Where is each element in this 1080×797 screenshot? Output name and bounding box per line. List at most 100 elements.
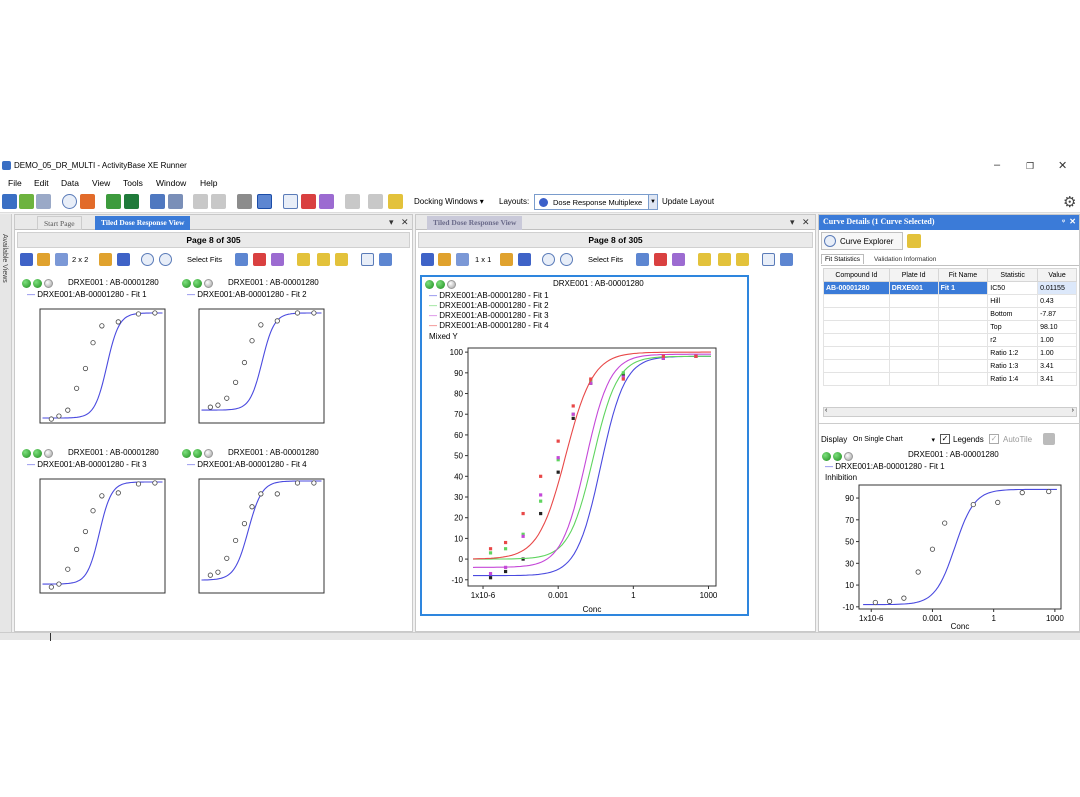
table-row[interactable]: r2 1.00 bbox=[823, 333, 1077, 347]
remove-curve-icon[interactable] bbox=[736, 253, 749, 266]
table-row[interactable]: Ratio 1:2 1.00 bbox=[823, 346, 1077, 360]
table-row[interactable]: Ratio 1:4 3.41 bbox=[823, 372, 1077, 386]
curve-details-chart[interactable]: -10 10 30 50 70 90 1x10-6 0.001 1 1000 Conc bbox=[823, 479, 1075, 631]
table-row[interactable]: Hill 0.43 bbox=[823, 294, 1077, 308]
chevron-down-icon[interactable]: ▼ bbox=[648, 195, 657, 209]
zoom-in-icon[interactable] bbox=[141, 253, 154, 266]
document-icon[interactable] bbox=[150, 194, 165, 209]
zoom-in-icon[interactable] bbox=[542, 253, 555, 266]
refit-icon[interactable] bbox=[672, 253, 685, 266]
minimize-icon[interactable]: – bbox=[994, 159, 1000, 171]
accept-fit-icon[interactable] bbox=[235, 253, 248, 266]
tile-chart[interactable] bbox=[195, 305, 328, 427]
zoom-fit-icon[interactable] bbox=[762, 253, 775, 266]
spell-check-icon[interactable] bbox=[388, 194, 403, 209]
col-statistic[interactable]: Statistic bbox=[987, 268, 1039, 282]
zoom-out-icon[interactable] bbox=[159, 253, 172, 266]
tile-chart[interactable] bbox=[36, 475, 169, 597]
prev-page-icon[interactable] bbox=[438, 253, 451, 266]
next-page-icon[interactable] bbox=[99, 253, 112, 266]
legend-item-fit1[interactable]: — DRXE001:AB-00001280 - Fit 1 bbox=[429, 291, 549, 300]
save-icon[interactable] bbox=[2, 194, 17, 209]
tab-menu-icon[interactable]: ▾ bbox=[790, 217, 795, 228]
layout-select[interactable]: Dose Response Multiplexe ▼ bbox=[534, 194, 658, 210]
lock-icon[interactable] bbox=[698, 253, 711, 266]
select-fits-button[interactable]: Select Fits bbox=[588, 255, 623, 264]
col-value[interactable]: Value bbox=[1037, 268, 1077, 282]
col-plate-id[interactable]: Plate Id bbox=[888, 268, 939, 282]
table-row[interactable]: Bottom -7.87 bbox=[823, 307, 1077, 321]
available-views-strip[interactable]: Available Views bbox=[0, 214, 12, 632]
reject-fit-icon[interactable] bbox=[253, 253, 266, 266]
chart-view-icon[interactable] bbox=[257, 194, 272, 209]
tab-fit-statistics[interactable]: Fit Statistics bbox=[821, 254, 865, 264]
checkbox-icon[interactable] bbox=[283, 194, 298, 209]
close-icon[interactable]: ✕ bbox=[1058, 159, 1067, 172]
legend-item-fit1[interactable]: — DRXE001:AB-00001280 - Fit 1 bbox=[825, 462, 945, 471]
table-row[interactable]: AB-00001280 DRXE001 Fit 1 IC50 0.01155 bbox=[823, 281, 1077, 295]
tile-3[interactable]: DRXE001 : AB-00001280 — DRXE001:AB-00001… bbox=[19, 447, 179, 607]
chart-settings-icon[interactable] bbox=[780, 253, 793, 266]
accept-fit-icon[interactable] bbox=[636, 253, 649, 266]
tile-chart[interactable] bbox=[195, 475, 328, 597]
tile-grid-label[interactable]: 1 x 1 bbox=[475, 255, 491, 264]
tile-4[interactable]: DRXE001 : AB-00001280 — DRXE001:AB-00001… bbox=[179, 447, 339, 607]
docking-windows-button[interactable]: Docking Windows ▾ bbox=[414, 197, 484, 206]
tile-grid-icon[interactable] bbox=[55, 253, 68, 266]
display-select[interactable]: On Single Chart ▾ bbox=[853, 436, 935, 444]
table-row[interactable]: Top 98.10 bbox=[823, 320, 1077, 334]
add-curve-icon[interactable] bbox=[317, 253, 330, 266]
tab-validation-information[interactable]: Validation Information bbox=[871, 255, 939, 264]
dose-response-chart[interactable]: -10 0 10 20 30 40 50 60 70 80 90 100 1x10-6 0.001 1 100… bbox=[424, 342, 744, 614]
menu-view[interactable]: View bbox=[92, 178, 110, 188]
remove-curve-icon[interactable] bbox=[335, 253, 348, 266]
copy-icon[interactable] bbox=[36, 194, 51, 209]
next-page-icon[interactable] bbox=[500, 253, 513, 266]
first-page-icon[interactable] bbox=[20, 253, 33, 266]
sort-icon[interactable] bbox=[80, 194, 95, 209]
reject-icon[interactable] bbox=[301, 194, 316, 209]
horizontal-scrollbar[interactable]: ‹ › bbox=[823, 407, 1077, 417]
search-icon[interactable] bbox=[62, 194, 77, 209]
tab-tiled-dose-response-2[interactable]: Tiled Dose Response View bbox=[427, 216, 523, 230]
legend-item-fit3[interactable]: — DRXE001:AB-00001280 - Fit 3 bbox=[429, 311, 549, 320]
reject-fit-icon[interactable] bbox=[654, 253, 667, 266]
lock-icon[interactable] bbox=[297, 253, 310, 266]
menu-window[interactable]: Window bbox=[156, 178, 186, 188]
update-layout-button[interactable]: Update Layout bbox=[662, 197, 714, 206]
tab-tiled-dose-response[interactable]: Tiled Dose Response View bbox=[95, 216, 191, 230]
last-page-icon[interactable] bbox=[518, 253, 531, 266]
last-page-icon[interactable] bbox=[117, 253, 130, 266]
refit-icon[interactable] bbox=[271, 253, 284, 266]
legends-checkbox[interactable]: ✓ bbox=[940, 434, 950, 444]
menu-help[interactable]: Help bbox=[200, 178, 217, 188]
tab-menu-icon[interactable]: ▾ bbox=[389, 217, 394, 228]
gear-icon[interactable]: ⚙ bbox=[1063, 193, 1076, 211]
legend-item-fit2[interactable]: — DRXE001:AB-00001280 - Fit 2 bbox=[429, 301, 549, 310]
tab-close-icon[interactable]: ✕ bbox=[802, 217, 810, 228]
tile-grid-label[interactable]: 2 x 2 bbox=[72, 255, 88, 264]
menu-file[interactable]: File bbox=[8, 178, 22, 188]
col-compound-id[interactable]: Compound Id bbox=[823, 268, 890, 282]
approve-icon[interactable] bbox=[319, 194, 334, 209]
menu-data[interactable]: Data bbox=[61, 178, 79, 188]
legend-item-fit4[interactable]: — DRXE001:AB-00001280 - Fit 4 bbox=[429, 321, 549, 330]
prev-page-icon[interactable] bbox=[37, 253, 50, 266]
tile-2[interactable]: DRXE001 : AB-00001280 — DRXE001:AB-00001… bbox=[179, 277, 339, 437]
menu-tools[interactable]: Tools bbox=[123, 178, 143, 188]
scroll-right-icon[interactable]: › bbox=[1072, 407, 1074, 414]
col-fit-name[interactable]: Fit Name bbox=[937, 268, 989, 282]
tile-grid-icon[interactable] bbox=[456, 253, 469, 266]
curve-explorer-button[interactable]: Curve Explorer bbox=[821, 232, 903, 250]
select-fits-button[interactable]: Select Fits bbox=[187, 255, 222, 264]
tile-chart[interactable] bbox=[36, 305, 169, 427]
selected-chart-frame[interactable]: DRXE001 : AB-00001280 — DRXE001:AB-00001… bbox=[420, 275, 749, 616]
splitter[interactable] bbox=[819, 423, 1080, 424]
scroll-left-icon[interactable]: ‹ bbox=[825, 407, 827, 414]
tile-1[interactable]: DRXE001 : AB-00001280 — DRXE001:AB-00001… bbox=[19, 277, 179, 437]
tab-start-page[interactable]: Start Page bbox=[37, 216, 82, 230]
excel-icon[interactable] bbox=[124, 194, 139, 209]
first-page-icon[interactable] bbox=[421, 253, 434, 266]
table-row[interactable]: Ratio 1:3 3.41 bbox=[823, 359, 1077, 373]
export-icon[interactable] bbox=[106, 194, 121, 209]
